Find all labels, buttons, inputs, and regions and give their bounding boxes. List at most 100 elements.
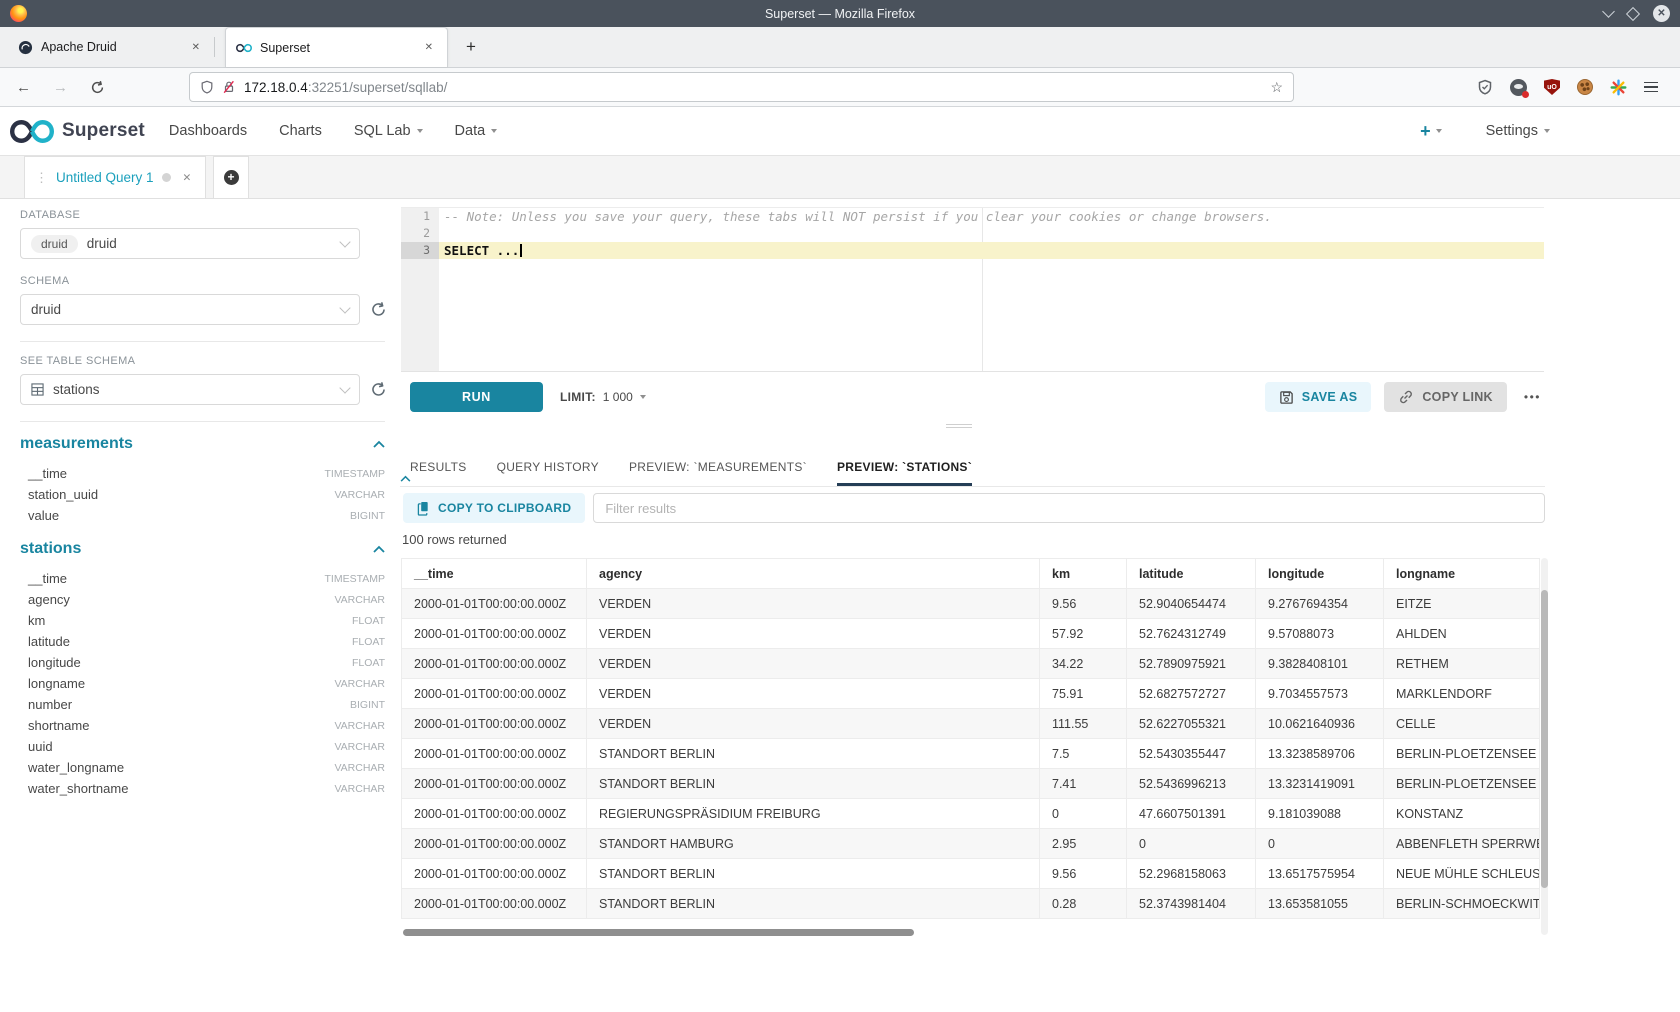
cell: 52.6827572727 <box>1127 679 1256 709</box>
settings-menu[interactable]: Settings <box>1486 123 1550 139</box>
vertical-scrollbar[interactable] <box>1541 558 1548 935</box>
table-row[interactable]: 2000-01-01T00:00:00.000ZVERDEN57.9252.76… <box>402 619 1540 649</box>
editor-line-active: SELECT ... <box>439 242 1544 259</box>
bookmark-star-icon[interactable]: ☆ <box>1270 79 1283 96</box>
drag-handle-icon[interactable]: ⋮ <box>35 170 48 186</box>
new-browser-tab-button[interactable]: + <box>456 32 486 62</box>
table-select[interactable]: stations <box>20 374 360 405</box>
database-select[interactable]: druid druid <box>20 228 360 259</box>
table-row[interactable]: 2000-01-01T00:00:00.000ZVERDEN111.5552.6… <box>402 709 1540 739</box>
results-tab-results[interactable]: RESULTS <box>410 450 467 486</box>
filter-results-input[interactable] <box>593 493 1545 523</box>
back-icon[interactable]: ← <box>16 79 31 96</box>
window-close-button[interactable]: ✕ <box>1653 5 1670 22</box>
table-row[interactable]: 2000-01-01T00:00:00.000ZSTANDORT BERLIN9… <box>402 859 1540 889</box>
schema-sections: measurements__timeTIMESTAMPstation_uuidV… <box>20 435 385 799</box>
url-bar[interactable]: 172.18.0.4:32251/superset/sqllab/ ☆ <box>189 72 1294 102</box>
window-maximize-icon[interactable] <box>1626 6 1640 20</box>
schema-table-header[interactable]: measurements <box>20 435 385 453</box>
more-options-button[interactable]: ••• <box>1520 390 1545 404</box>
table-row[interactable]: 2000-01-01T00:00:00.000ZSTANDORT BERLIN7… <box>402 769 1540 799</box>
table-row[interactable]: 2000-01-01T00:00:00.000ZVERDEN9.5652.904… <box>402 589 1540 619</box>
close-icon[interactable]: ✕ <box>188 40 204 55</box>
chevron-up-icon[interactable] <box>373 440 385 448</box>
nav-item-sql-lab[interactable]: SQL Lab <box>354 123 423 139</box>
cell: 2000-01-01T00:00:00.000Z <box>402 859 587 889</box>
table-row[interactable]: 2000-01-01T00:00:00.000ZREGIERUNGSPRÄSID… <box>402 799 1540 829</box>
cell: 2000-01-01T00:00:00.000Z <box>402 709 587 739</box>
clipboard-icon <box>417 501 430 516</box>
lock-slash-icon[interactable] <box>222 80 236 94</box>
query-tab-untitled-query-1[interactable]: ⋮ Untitled Query 1 ✕ <box>24 156 206 198</box>
schema-select[interactable]: druid <box>20 294 360 325</box>
privacy-shield-icon[interactable] <box>1477 79 1493 95</box>
refresh-tables-icon[interactable] <box>370 381 387 398</box>
schema-table-header[interactable]: stations <box>20 540 385 558</box>
results-tab-preview-measurements[interactable]: PREVIEW: `MEASUREMENTS` <box>629 450 807 486</box>
save-as-button[interactable]: SAVE AS <box>1265 382 1372 412</box>
pane-splitter-handle[interactable] <box>946 424 972 428</box>
colorful-asterisk-icon[interactable] <box>1610 79 1627 96</box>
browser-tab-apache-druid[interactable]: Apache Druid ✕ <box>8 27 214 67</box>
sql-editor[interactable]: 1 2 3 -- Note: Unless you save your quer… <box>401 207 1544 372</box>
tab-separator <box>214 37 215 57</box>
cell: 13.3238589706 <box>1256 739 1384 769</box>
forward-icon[interactable]: → <box>53 79 68 96</box>
refresh-schema-icon[interactable] <box>370 301 387 318</box>
url-text[interactable]: 172.18.0.4:32251/superset/sqllab/ <box>244 80 447 95</box>
close-icon[interactable]: ✕ <box>421 40 437 55</box>
new-item-button[interactable]: + <box>1420 121 1442 142</box>
cell: RETHEM <box>1384 649 1540 679</box>
copy-link-button[interactable]: COPY LINK <box>1384 382 1507 412</box>
table-row[interactable]: 2000-01-01T00:00:00.000ZVERDEN75.9152.68… <box>402 679 1540 709</box>
editor-toolbar: RUN LIMIT: 1 000 SAVE AS COPY LINK ••• <box>410 382 1545 412</box>
column-header[interactable]: km <box>1040 559 1127 589</box>
results-tab-query-history[interactable]: QUERY HISTORY <box>497 450 599 486</box>
column-header[interactable]: longname <box>1384 559 1540 589</box>
horizontal-scrollbar-thumb[interactable] <box>403 929 914 936</box>
table-row[interactable]: 2000-01-01T00:00:00.000ZSTANDORT BERLIN7… <box>402 739 1540 769</box>
column-name: km <box>28 613 45 628</box>
column-type: VARCHAR <box>334 720 385 732</box>
database-label: DATABASE <box>20 209 385 221</box>
window-titlebar[interactable]: Superset — Mozilla Firefox ✕ <box>0 0 1680 27</box>
nav-item-data[interactable]: Data <box>455 123 498 139</box>
menu-icon[interactable] <box>1644 82 1658 93</box>
column-header[interactable]: longitude <box>1256 559 1384 589</box>
run-button[interactable]: RUN <box>410 382 543 412</box>
reload-icon[interactable] <box>90 80 105 95</box>
column-type: VARCHAR <box>334 762 385 774</box>
table-row[interactable]: 2000-01-01T00:00:00.000ZSTANDORT HAMBURG… <box>402 829 1540 859</box>
table-row[interactable]: 2000-01-01T00:00:00.000ZVERDEN34.2252.78… <box>402 649 1540 679</box>
close-icon[interactable]: ✕ <box>183 172 192 184</box>
browser-tab-superset[interactable]: Superset ✕ <box>225 27 448 67</box>
ublock-icon[interactable]: uO <box>1544 79 1560 95</box>
copy-to-clipboard-button[interactable]: COPY TO CLIPBOARD <box>403 493 585 523</box>
cell: 0.28 <box>1040 889 1127 919</box>
window-minimize-icon[interactable] <box>1602 5 1615 18</box>
column-header[interactable]: latitude <box>1127 559 1256 589</box>
chevron-down-icon <box>339 302 350 313</box>
nav-item-charts[interactable]: Charts <box>279 123 322 139</box>
table-row[interactable]: 2000-01-01T00:00:00.000ZSTANDORT BERLIN0… <box>402 889 1540 919</box>
add-query-tab-button[interactable]: + <box>213 156 249 198</box>
chevron-up-icon[interactable] <box>373 545 385 553</box>
column-header[interactable]: __time <box>402 559 587 589</box>
collapse-south-pane-icon[interactable] <box>400 475 411 482</box>
superset-brand[interactable]: Superset <box>10 120 145 143</box>
column-name: water_longname <box>28 760 124 775</box>
results-tab-preview-stations[interactable]: PREVIEW: `STATIONS` <box>837 450 972 486</box>
shield-icon[interactable] <box>200 80 214 94</box>
cell: 9.57088073 <box>1256 619 1384 649</box>
vertical-scrollbar-thumb[interactable] <box>1541 590 1548 888</box>
cookie-icon[interactable] <box>1577 79 1593 95</box>
editor-code-area[interactable]: -- Note: Unless you save your query, the… <box>439 208 1544 371</box>
chevron-down-icon <box>491 129 497 133</box>
schema-table-section-stations: stations__timeTIMESTAMPagencyVARCHARkmFL… <box>20 540 385 799</box>
limit-dropdown[interactable]: LIMIT: 1 000 <box>560 390 646 404</box>
nav-item-dashboards[interactable]: Dashboards <box>169 123 247 139</box>
container-mask-icon[interactable] <box>1510 79 1527 96</box>
cell: 2000-01-01T00:00:00.000Z <box>402 889 587 919</box>
column-header[interactable]: agency <box>587 559 1040 589</box>
cell: 47.6607501391 <box>1127 799 1256 829</box>
